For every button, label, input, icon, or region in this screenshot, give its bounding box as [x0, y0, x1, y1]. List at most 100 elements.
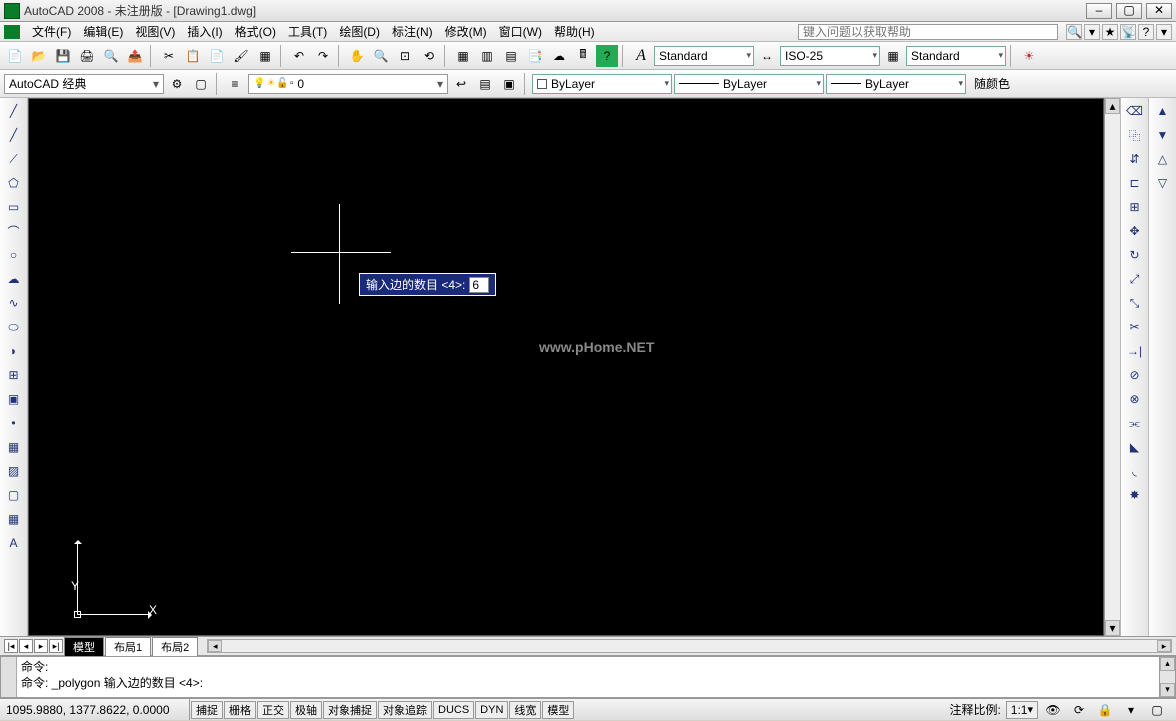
menu-insert[interactable]: 插入(I) [181, 23, 228, 40]
insert-block-icon[interactable]: ⊞ [2, 364, 26, 386]
menu-window[interactable]: 窗口(W) [493, 23, 548, 40]
osnap-toggle[interactable]: 对象捕捉 [323, 701, 377, 719]
workspace-dropdown[interactable]: AutoCAD 经典 [4, 74, 164, 94]
table-icon[interactable]: ▦ [2, 508, 26, 530]
table-style-icon[interactable]: ▦ [882, 45, 904, 67]
text-style-icon[interactable]: A [630, 45, 652, 67]
layer-manager-icon[interactable]: ≡ [224, 73, 246, 95]
layer-previous-icon[interactable]: ↩ [450, 73, 472, 95]
horizontal-scrollbar[interactable]: ◂ ▸ [207, 639, 1172, 653]
block-editor-icon[interactable]: ▦ [254, 45, 276, 67]
menu-help[interactable]: 帮助(H) [548, 23, 601, 40]
menu-format[interactable]: 格式(O) [229, 23, 282, 40]
stretch-icon[interactable]: ⤡ [1123, 292, 1147, 314]
send-under-icon[interactable]: ▽ [1151, 172, 1175, 194]
spline-icon[interactable]: ∿ [2, 292, 26, 314]
statusbar-menu-icon[interactable]: ▾ [1120, 699, 1142, 721]
circle-icon[interactable]: ○ [2, 244, 26, 266]
help-search-input[interactable] [798, 24, 1058, 40]
cut-icon[interactable]: ✂ [158, 45, 180, 67]
menu-dimension[interactable]: 标注(N) [386, 23, 439, 40]
menu-tools[interactable]: 工具(T) [282, 23, 333, 40]
undo-icon[interactable]: ↶ [288, 45, 310, 67]
point-icon[interactable]: • [2, 412, 26, 434]
ellipse-arc-icon[interactable]: ◗ [2, 340, 26, 362]
tab-last-icon[interactable]: ▸| [49, 639, 63, 653]
bring-above-icon[interactable]: △ [1151, 148, 1175, 170]
my-workspace-icon[interactable]: ▢ [190, 73, 212, 95]
copy-obj-icon[interactable]: ⿻ [1123, 124, 1147, 146]
command-text[interactable]: 命令: 命令: _polygon 输入边的数目 <4>: [17, 657, 1159, 697]
lineweight-dropdown[interactable]: ByLayer [826, 74, 966, 94]
menu-file[interactable]: 文件(F) [26, 23, 77, 40]
xline-icon[interactable]: ╱ [2, 124, 26, 146]
copy-icon[interactable]: 📋 [182, 45, 204, 67]
snap-toggle[interactable]: 捕捉 [191, 701, 223, 719]
drawing-canvas[interactable]: 输入边的数目 <4>: 6 www.pHome.NET Y X [28, 98, 1104, 636]
print-icon[interactable]: 🖨 [76, 45, 98, 67]
cmd-scroll-up-icon[interactable]: ▴ [1160, 657, 1175, 671]
workspace-settings-icon[interactable]: ⚙ [166, 73, 188, 95]
menu-edit[interactable]: 编辑(E) [77, 23, 129, 40]
chamfer-icon[interactable]: ◣ [1123, 436, 1147, 458]
doc-icon[interactable] [4, 25, 20, 39]
lwt-toggle[interactable]: 线宽 [509, 701, 541, 719]
redo-icon[interactable]: ↷ [312, 45, 334, 67]
command-line-handle[interactable] [1, 657, 17, 697]
ducs-toggle[interactable]: DUCS [433, 701, 474, 719]
match-prop-icon[interactable]: 🖌 [230, 45, 252, 67]
zoom-realtime-icon[interactable]: 🔍 [370, 45, 392, 67]
annotation-visibility-icon[interactable]: 👁 [1042, 699, 1064, 721]
clean-screen-icon[interactable]: ▢ [1146, 699, 1168, 721]
explode-icon[interactable]: ✸ [1123, 484, 1147, 506]
break-icon[interactable]: ⊗ [1123, 388, 1147, 410]
bring-front-icon[interactable]: ▲ [1151, 100, 1175, 122]
search-icon[interactable]: 🔍 [1066, 24, 1082, 40]
zoom-window-icon[interactable]: ⊡ [394, 45, 416, 67]
text-style-dropdown[interactable]: Standard [654, 46, 754, 66]
statusbar-lock-icon[interactable]: 🔒 [1094, 699, 1116, 721]
zoom-previous-icon[interactable]: ⟲ [418, 45, 440, 67]
command-scrollbar[interactable]: ▴ ▾ [1159, 657, 1175, 697]
tab-layout2[interactable]: 布局2 [152, 637, 198, 656]
join-icon[interactable]: ⫘ [1123, 412, 1147, 434]
collapse-icon[interactable]: ▾ [1156, 24, 1172, 40]
cmd-scroll-down-icon[interactable]: ▾ [1160, 683, 1175, 697]
tool-palettes-icon[interactable]: ▤ [500, 45, 522, 67]
move-icon[interactable]: ✥ [1123, 220, 1147, 242]
scale-icon[interactable]: ⤢ [1123, 268, 1147, 290]
scroll-down-icon[interactable]: ▾ [1105, 620, 1120, 636]
new-icon[interactable]: 📄 [4, 45, 26, 67]
extend-icon[interactable]: →| [1123, 340, 1147, 362]
ellipse-icon[interactable]: ⬭ [2, 316, 26, 338]
grid-toggle[interactable]: 栅格 [224, 701, 256, 719]
annotation-autoscale-icon[interactable]: ⟳ [1068, 699, 1090, 721]
ortho-toggle[interactable]: 正交 [257, 701, 289, 719]
help-toolbar-icon[interactable]: ? [596, 45, 618, 67]
menu-modify[interactable]: 修改(M) [439, 23, 493, 40]
preview-icon[interactable]: 🔍 [100, 45, 122, 67]
line-icon[interactable]: ╱ [2, 100, 26, 122]
mirror-icon[interactable]: ⇵ [1123, 148, 1147, 170]
array-icon[interactable]: ⊞ [1123, 196, 1147, 218]
model-toggle[interactable]: 模型 [542, 701, 574, 719]
linetype-dropdown[interactable]: ByLayer [674, 74, 824, 94]
favorite-icon[interactable]: ★ [1102, 24, 1118, 40]
info-center-dropdown-icon[interactable]: ▾ [1084, 24, 1100, 40]
break-at-point-icon[interactable]: ⊘ [1123, 364, 1147, 386]
color-dropdown[interactable]: ByLayer [532, 74, 672, 94]
maximize-button[interactable]: ▢ [1116, 3, 1142, 19]
calc-icon[interactable]: 🖩 [572, 45, 594, 67]
trim-icon[interactable]: ✂ [1123, 316, 1147, 338]
minimize-button[interactable]: ‒ [1086, 3, 1112, 19]
arc-icon[interactable]: ⌒ [2, 220, 26, 242]
offset-icon[interactable]: ⊏ [1123, 172, 1147, 194]
mtext-icon[interactable]: A [2, 532, 26, 554]
scroll-left-icon[interactable]: ◂ [208, 640, 222, 652]
polygon-icon[interactable]: ⬠ [2, 172, 26, 194]
dim-style-icon[interactable]: ↔ [756, 45, 778, 67]
vertical-scrollbar[interactable]: ▴ ▾ [1104, 98, 1120, 636]
scroll-right-icon[interactable]: ▸ [1157, 640, 1171, 652]
close-button[interactable]: ✕ [1146, 3, 1172, 19]
revcloud-icon[interactable]: ☁ [2, 268, 26, 290]
